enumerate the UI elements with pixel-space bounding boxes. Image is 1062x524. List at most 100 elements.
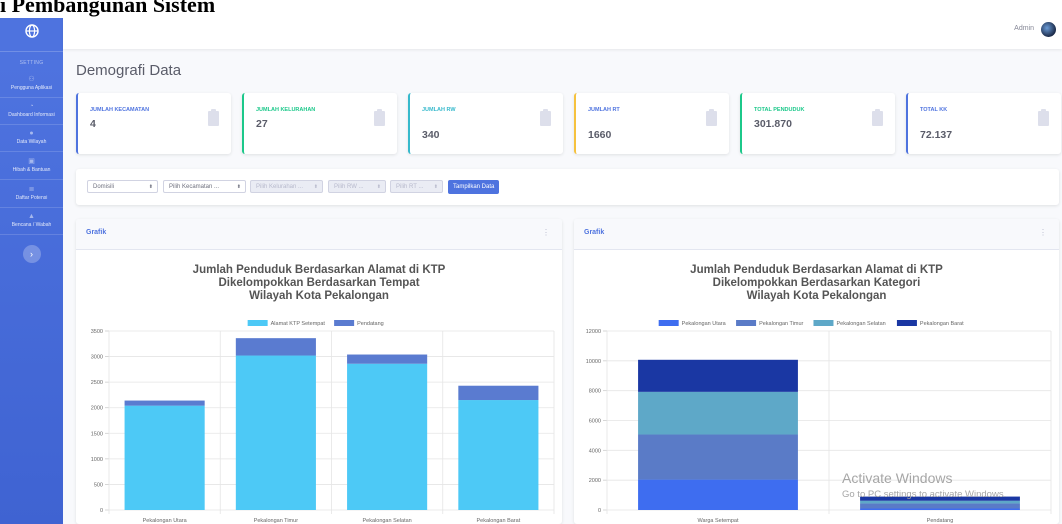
stat-label: JUMLAH RT [588,107,620,113]
legend-swatch [334,320,355,326]
sidebar: SETTING ⚇ Pengguna Aplikasi ◔ Dashboard … [0,11,63,524]
x-tick-label: Pekalongan Barat [477,518,521,524]
y-tick-label: 12000 [586,329,601,335]
sidebar-item-label: Hibah & Bantuan [12,167,51,173]
sidebar-item-label: Pengguna Aplikasi [10,85,53,91]
clipboard-icon [208,109,219,126]
user-name[interactable]: Admin [1014,25,1034,32]
x-tick-label: Warga Setempat [697,518,739,524]
legend-label: Pekalongan Barat [920,321,964,327]
y-tick-label: 2000 [91,406,103,412]
bar-segment [124,405,205,510]
stat-label: JUMLAH RW [422,107,456,113]
show-data-button[interactable]: Tampilkan Data [448,180,500,194]
sidebar-item-potensi[interactable]: ≣ Daftar Potensi [0,180,63,208]
sidebar-heading: SETTING [19,60,44,66]
legend-swatch [813,320,834,326]
select-caret-icon: ⬍ [433,184,438,190]
clipboard-icon [872,109,883,126]
chart-title-line: Jumlah Penduduk Berdasarkan Alamat di KT… [690,264,943,276]
stat-value: 340 [422,129,440,141]
chart-title-line: Jumlah Penduduk Berdasarkan Alamat di KT… [193,264,446,276]
stat-card-kecamatan: JUMLAH KECAMATAN 4 [76,93,231,154]
map-icon: ● [29,130,34,137]
sidebar-item-label: Data Wilayah [16,139,47,145]
bar-segment [347,354,428,364]
chart-tempat: Jumlah Penduduk Berdasarkan Alamat di KT… [91,264,555,524]
stat-label: TOTAL PENDUDUK [754,107,805,113]
windows-activation-watermark: Activate Windows Go to PC settings to ac… [842,470,1006,500]
sidebar-item-bencana[interactable]: ▲ Bencana / Wabah [0,208,63,235]
bar-segment [458,385,539,401]
chart-panel-tempat: Grafik ⋮ Jumlah Penduduk Berdasarkan Ala… [76,219,562,524]
y-tick-label: 3500 [91,329,103,335]
rw-select[interactable]: Pilih RW ... ⬍ [328,180,386,193]
chevron-right-icon: › [30,249,33,259]
panel-title: Grafik [86,229,107,236]
clipboard-icon [706,109,717,126]
kelurahan-select[interactable]: Pilih Kelurahan ... ⬍ [250,180,323,193]
dashboard-icon: ◔ [29,103,34,110]
more-vertical-icon[interactable]: ⋮ [542,228,550,237]
y-tick-label: 6000 [589,419,601,425]
bar-segment [638,434,798,480]
select-caret-icon: ⬍ [148,184,153,190]
y-tick-label: 2500 [91,380,103,386]
bar-segment [860,500,1020,504]
list-icon: ≣ [28,186,35,193]
select-value: Pilih RW ... [334,184,364,190]
bar-segment [458,400,539,510]
sidebar-item-label: Bencana / Wabah [11,222,52,228]
clipboard-icon [1038,109,1049,126]
stat-card-rt: JUMLAH RT 1660 [574,93,729,154]
chart-title-line: Wilayah Kota Pekalongan [747,290,887,302]
clipboard-icon [540,109,551,126]
select-caret-icon: ⬍ [376,184,381,190]
domisili-select[interactable]: Domisili ⬍ [87,180,158,193]
sidebar-item-label: Dashboard Informasi [8,112,55,118]
select-caret-icon: ⬍ [236,184,241,190]
sidebar-item-pengguna[interactable]: ⚇ Pengguna Aplikasi [0,70,63,98]
bar-segment [638,479,798,510]
chart-title-line: Wilayah Kota Pekalongan [249,290,389,302]
legend-label: Pekalongan Timur [759,321,803,327]
sidebar-item-hibah[interactable]: ▣ Hibah & Bantuan [0,152,63,180]
avatar[interactable] [1041,22,1056,37]
chart-title-line: Dikelompokkan Berdasarkan Kategori [713,277,921,289]
legend-label: Pekalongan Utara [682,321,727,327]
x-tick-label: Pekalongan Timur [254,518,298,524]
more-vertical-icon[interactable]: ⋮ [1039,228,1047,237]
stat-card-penduduk: TOTAL PENDUDUK 301.870 [740,93,895,154]
y-tick-label: 1500 [91,431,103,437]
kecamatan-select[interactable]: Pilih Kecamatan ... ⬍ [163,180,246,193]
panel-header: Grafik ⋮ [574,219,1059,250]
legend-swatch [736,320,757,326]
bar-segment [124,400,205,406]
x-tick-label: Pekalongan Selatan [363,518,412,524]
stat-value: 72.137 [920,129,953,141]
legend-label: Pekalongan Selatan [836,321,885,327]
y-tick-label: 8000 [589,389,601,395]
stat-card-kelurahan: JUMLAH KELURAHAN 27 [242,93,397,154]
legend-swatch [896,320,917,326]
bar-segment [347,363,428,510]
legend-label: Pendatang [357,321,384,327]
sidebar-item-wilayah[interactable]: ● Data Wilayah [0,125,63,152]
rt-select[interactable]: Pilih RT ... ⬍ [390,180,443,193]
x-tick-label: Pendatang [927,518,954,524]
y-tick-label: 4000 [589,448,601,454]
globe-icon [24,24,39,38]
sidebar-item-dashboard[interactable]: ◔ Dashboard Informasi [0,98,63,125]
stat-card-kk: TOTAL KK 72.137 [906,93,1061,154]
y-tick-label: 0 [598,508,601,514]
stat-card-rw: JUMLAH RW 340 [408,93,563,154]
bar-segment [860,508,1020,510]
bar-segment [235,338,316,356]
sidebar-toggle-button[interactable]: › [22,245,41,263]
gift-icon: ▣ [28,158,35,165]
stat-value: 301.870 [754,118,792,130]
stat-value: 4 [90,118,96,130]
stat-label: TOTAL KK [920,107,948,113]
y-tick-label: 10000 [586,359,601,365]
select-value: Pilih RT ... [396,184,424,190]
